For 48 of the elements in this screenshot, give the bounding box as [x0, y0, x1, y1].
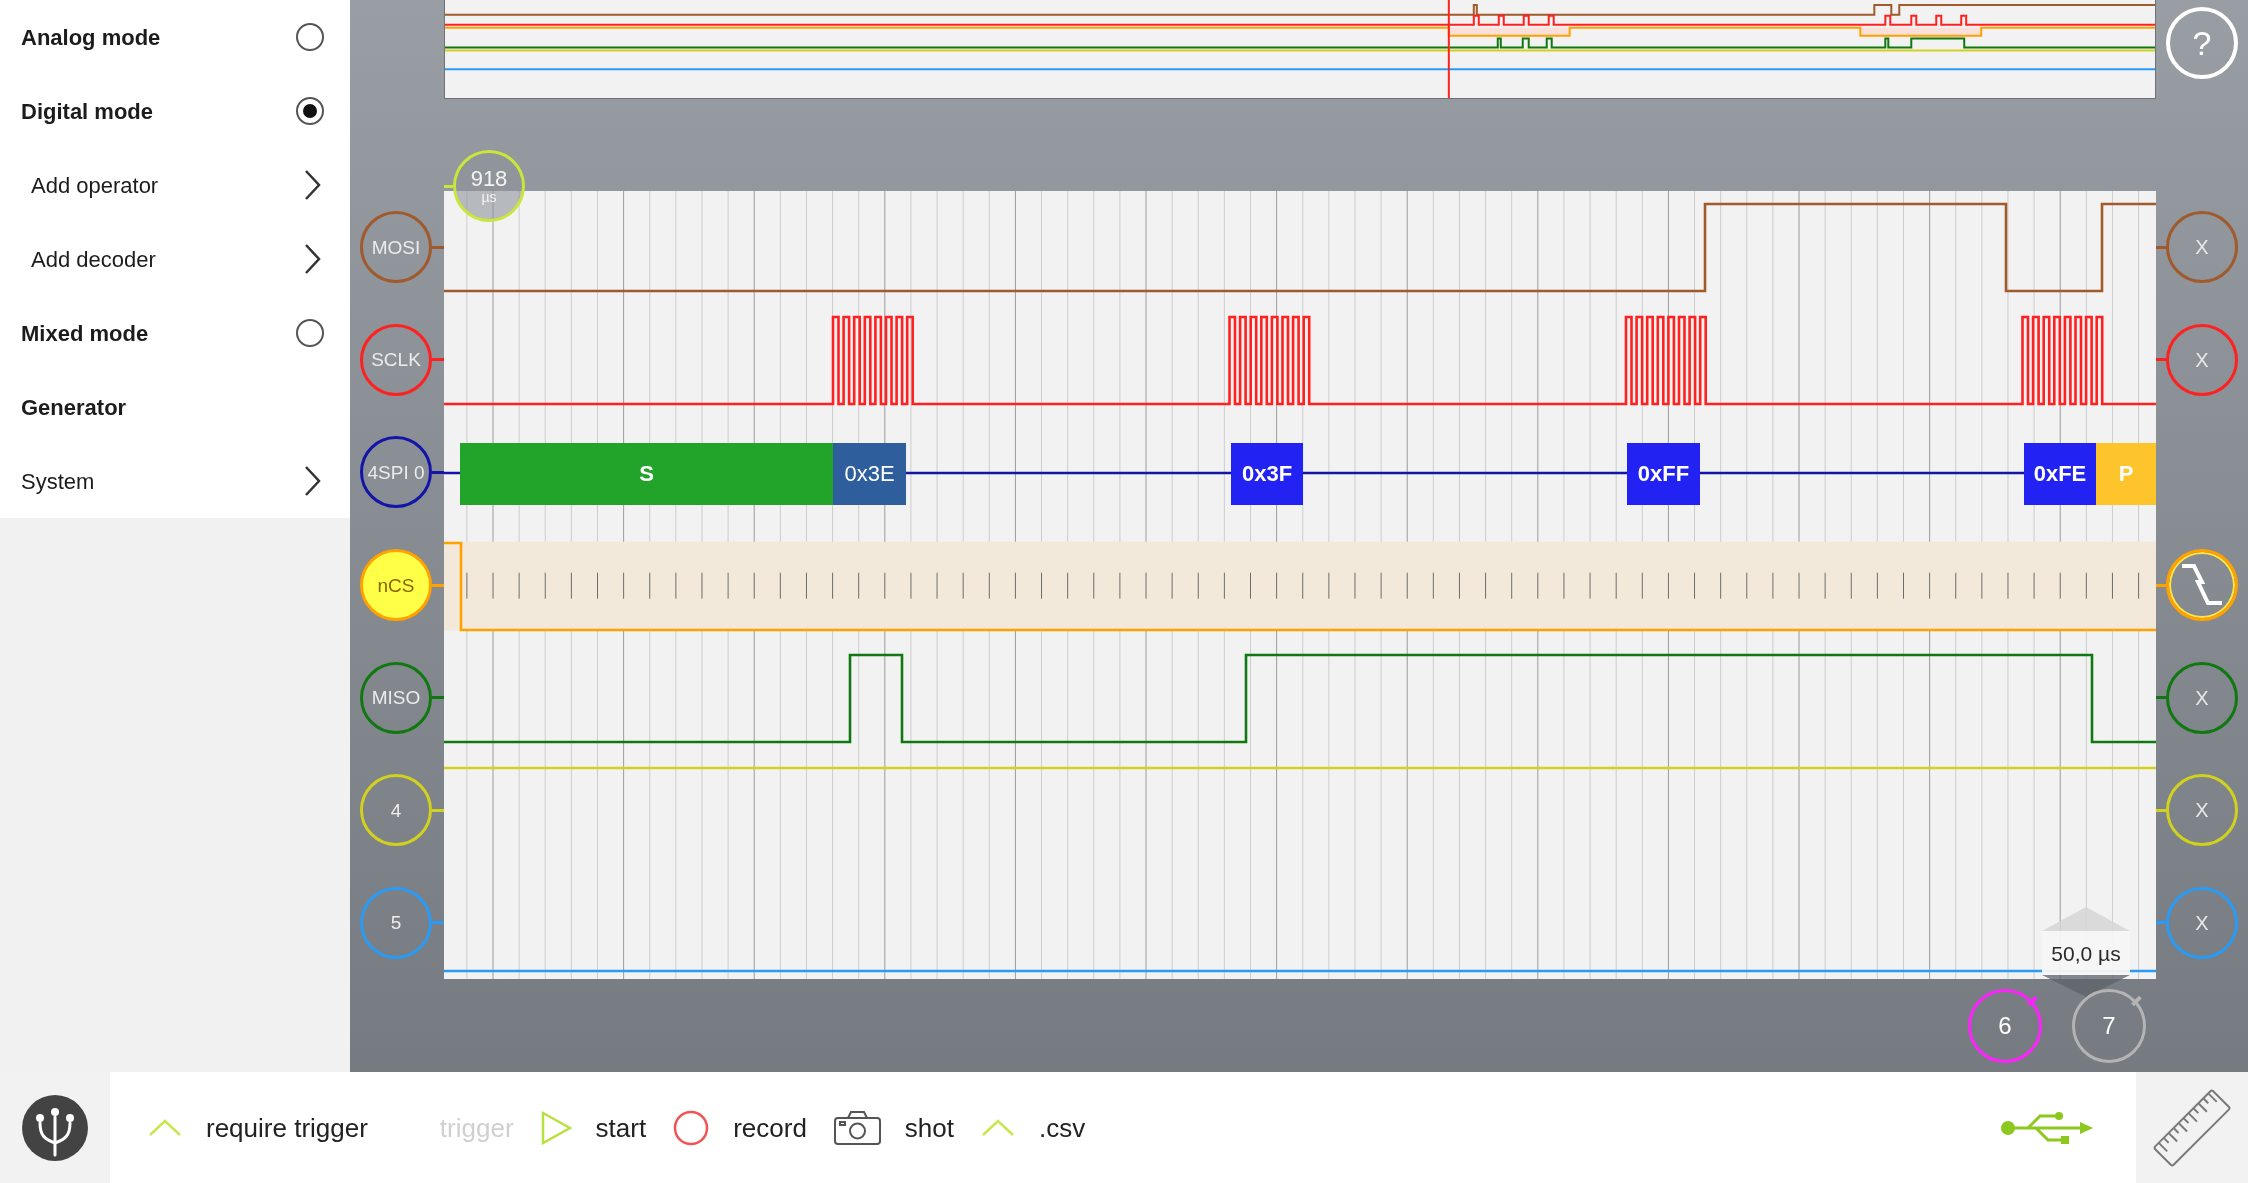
- radio-button[interactable]: [296, 319, 324, 347]
- chevron-right-icon: [304, 465, 321, 497]
- chevron-up-icon: [148, 1118, 182, 1137]
- trigger-button[interactable]: X: [2166, 774, 2238, 847]
- chevron-right-icon: [304, 169, 321, 201]
- decoded-packet[interactable]: 0x3E: [833, 443, 906, 506]
- decoded-packet[interactable]: 0xFF: [1627, 443, 1700, 506]
- toolbar-button[interactable]: start: [540, 1110, 647, 1145]
- play-icon: [540, 1110, 572, 1145]
- decoded-packet[interactable]: 0xFE: [2024, 443, 2096, 506]
- menu-item[interactable]: System: [0, 444, 350, 518]
- menu-item[interactable]: Add decoder: [0, 222, 350, 296]
- logo-icon: [22, 1094, 88, 1161]
- menu-item[interactable]: Analog mode: [0, 0, 350, 74]
- menu-item[interactable]: Mixed mode: [0, 296, 350, 370]
- channel-button[interactable]: 4SPI 0: [360, 436, 432, 509]
- trigger-button[interactable]: X: [2166, 886, 2238, 959]
- decoded-packet[interactable]: 0x3F: [1231, 443, 1303, 506]
- chevron-right-icon: [304, 243, 321, 275]
- channel-button[interactable]: SCLK: [360, 323, 432, 396]
- decoded-packet[interactable]: S: [460, 443, 833, 506]
- radio-button[interactable]: [296, 23, 324, 51]
- toolbar-button[interactable]: record: [673, 1109, 807, 1146]
- menu-item[interactable]: Digital mode: [0, 74, 350, 148]
- chevron-up-icon: [981, 1118, 1015, 1137]
- triangle-down-icon[interactable]: [2042, 975, 2130, 997]
- falling-edge-icon: [2180, 563, 2224, 607]
- menu-item[interactable]: Add operator: [0, 148, 350, 222]
- cursor-marker[interactable]: 918 µs: [453, 150, 525, 222]
- trigger-button[interactable]: X: [2166, 661, 2238, 734]
- radio-button[interactable]: [296, 97, 324, 125]
- help-button[interactable]: ?: [2166, 7, 2238, 79]
- timescale-label: 50,0 µs: [2042, 931, 2130, 975]
- channel-button[interactable]: 6: [1968, 988, 2042, 1063]
- channel-button[interactable]: MISO: [360, 661, 432, 734]
- ruler-button[interactable]: [2136, 1072, 2248, 1183]
- toolbar-button[interactable]: .csv: [981, 1114, 1086, 1141]
- toolbar-button[interactable]: shot: [833, 1110, 954, 1145]
- channel-button[interactable]: 4: [360, 774, 432, 847]
- channel-button[interactable]: 5: [360, 886, 432, 959]
- trigger-button[interactable]: [2166, 549, 2238, 621]
- menu-item[interactable]: Generator: [0, 370, 350, 444]
- usb-icon: [2000, 1109, 2093, 1146]
- toolbar-button[interactable]: require trigger: [148, 1114, 368, 1141]
- channel-button[interactable]: nCS: [360, 549, 432, 621]
- channel-button[interactable]: 7: [2072, 988, 2146, 1063]
- record-icon: [673, 1109, 710, 1146]
- camera-icon: [833, 1110, 881, 1145]
